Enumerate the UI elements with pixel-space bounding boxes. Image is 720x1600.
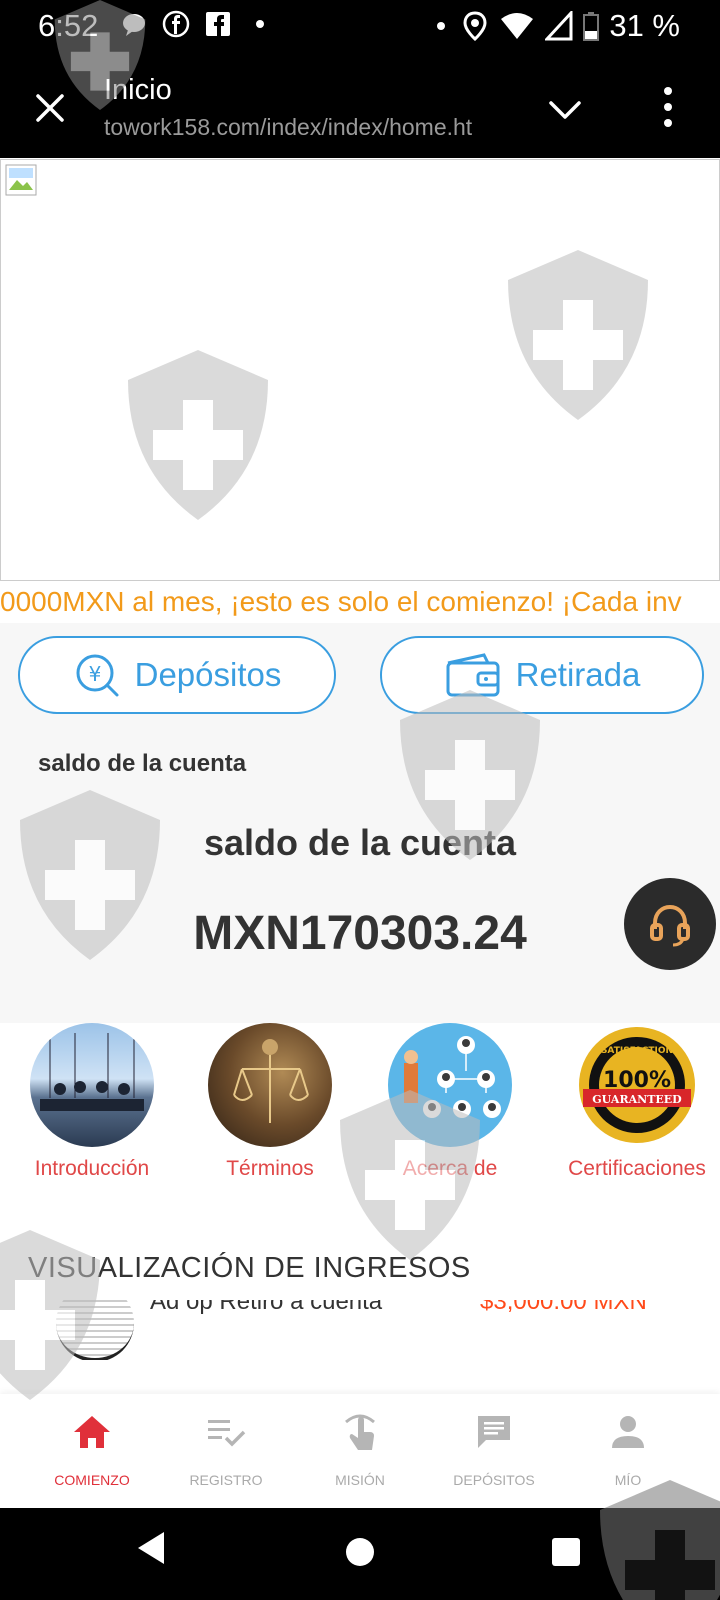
- deposit-search-icon: ¥: [76, 654, 119, 697]
- home-button[interactable]: [346, 1538, 374, 1566]
- recents-button[interactable]: [552, 1538, 580, 1566]
- back-icon[interactable]: [136, 1530, 166, 1566]
- nav-label: MISIÓN: [335, 1472, 385, 1488]
- feature-label: Introducción: [34, 1157, 150, 1180]
- wifi-icon: [501, 13, 534, 39]
- income-row-amount: $3,000.00 MXN: [480, 1300, 647, 1315]
- guarantee-badge-icon: 100% GUARANTEED SATISFACTION: [575, 1023, 699, 1147]
- nav-label: COMIENZO: [54, 1472, 130, 1488]
- bottom-navigation: COMIENZO REGISTRO MISIÓN DEPÓSITOS MÍO: [0, 1394, 720, 1508]
- home-icon: [74, 1416, 110, 1448]
- more-vert-icon[interactable]: [656, 84, 680, 130]
- facebook-square-icon: [206, 12, 230, 36]
- status-bar: 6:52 31 %: [0, 0, 720, 54]
- close-icon[interactable]: [30, 88, 70, 128]
- income-section-title: VISUALIZACIÓN DE INGRESOS: [28, 1252, 471, 1284]
- facebook-icon: [162, 10, 190, 38]
- org-chart-icon: [388, 1023, 512, 1147]
- chat-bubble-icon: [123, 14, 145, 36]
- nav-label: REGISTRO: [189, 1472, 263, 1488]
- svg-text:¥: ¥: [88, 662, 101, 686]
- feature-shortcuts: Introducción Términos Acerca de 100% GUAR…: [0, 1023, 720, 1183]
- feature-label: Términos: [226, 1157, 314, 1180]
- status-right: 31 %: [431, 8, 680, 44]
- person-icon: [612, 1416, 644, 1448]
- balance-value: MXN170303.24: [193, 907, 527, 960]
- system-navigation-bar: [0, 1508, 720, 1600]
- touch-icon: [345, 1414, 375, 1450]
- dot-icon: [437, 22, 446, 30]
- income-list-item: Ad op Retiro a cuenta $3,000.00 MXN: [0, 1300, 720, 1360]
- browser-toolbar: Inicio towork158.com/index/index/home.ht: [0, 54, 720, 158]
- nav-label: DEPÓSITOS: [453, 1472, 535, 1488]
- nav-item-register[interactable]: REGISTRO: [166, 1394, 286, 1508]
- message-icon: [478, 1416, 510, 1448]
- avatar: [56, 1300, 134, 1360]
- location-icon: [463, 11, 487, 41]
- svg-text:GUARANTEED: GUARANTEED: [592, 1093, 682, 1106]
- balance-title: saldo de la cuenta: [203, 822, 517, 863]
- feature-label: Acerca de: [402, 1157, 498, 1180]
- feature-label: Certificaciones: [568, 1157, 706, 1180]
- nav-item-mission[interactable]: MISIÓN: [300, 1394, 420, 1508]
- justice-statue-icon: [208, 1023, 332, 1147]
- announcement-marquee: 0000MXN al mes, ¡esto es solo el comienz…: [0, 586, 682, 617]
- banner-image[interactable]: [0, 159, 720, 581]
- headset-icon: [650, 904, 690, 947]
- balance-section-label: saldo de la cuenta: [38, 750, 247, 777]
- feature-terms[interactable]: Términos: [200, 1023, 340, 1181]
- notification-icons: [120, 10, 274, 38]
- nav-item-mine[interactable]: MÍO: [568, 1394, 688, 1508]
- feature-about[interactable]: Acerca de: [380, 1023, 520, 1181]
- customer-support-button[interactable]: [624, 878, 716, 970]
- withdraw-button[interactable]: Retirada: [380, 636, 704, 714]
- chevron-down-icon[interactable]: [545, 89, 585, 129]
- svg-text:100%: 100%: [603, 1068, 671, 1093]
- broken-image-icon: [5, 164, 37, 196]
- feature-certifications[interactable]: 100% GUARANTEED SATISFACTION Certificacion…: [562, 1023, 712, 1181]
- signal-icon: [545, 11, 573, 41]
- withdraw-label: Retirada: [515, 656, 641, 693]
- feature-introduction[interactable]: Introducción: [22, 1023, 162, 1181]
- checklist-icon: [208, 1420, 246, 1447]
- battery-percent: 31 %: [609, 8, 680, 43]
- deposit-button[interactable]: ¥ Depósitos: [18, 636, 336, 714]
- page-url[interactable]: towork158.com/index/index/home.ht: [104, 114, 514, 141]
- dot-icon: [256, 20, 264, 28]
- meeting-photo-icon: [30, 1023, 154, 1147]
- svg-text:SATISFACTION: SATISFACTION: [601, 1046, 673, 1056]
- income-row-text: Ad op Retiro a cuenta: [150, 1300, 383, 1315]
- nav-item-home[interactable]: COMIENZO: [32, 1394, 152, 1508]
- status-time: 6:52: [38, 8, 99, 43]
- wallet-icon: [446, 653, 500, 697]
- nav-label: MÍO: [614, 1472, 642, 1488]
- battery-icon: [583, 12, 600, 41]
- page-title: Inicio: [104, 74, 172, 106]
- nav-item-deposits[interactable]: DEPÓSITOS: [434, 1394, 554, 1508]
- deposit-label: Depósitos: [134, 656, 282, 693]
